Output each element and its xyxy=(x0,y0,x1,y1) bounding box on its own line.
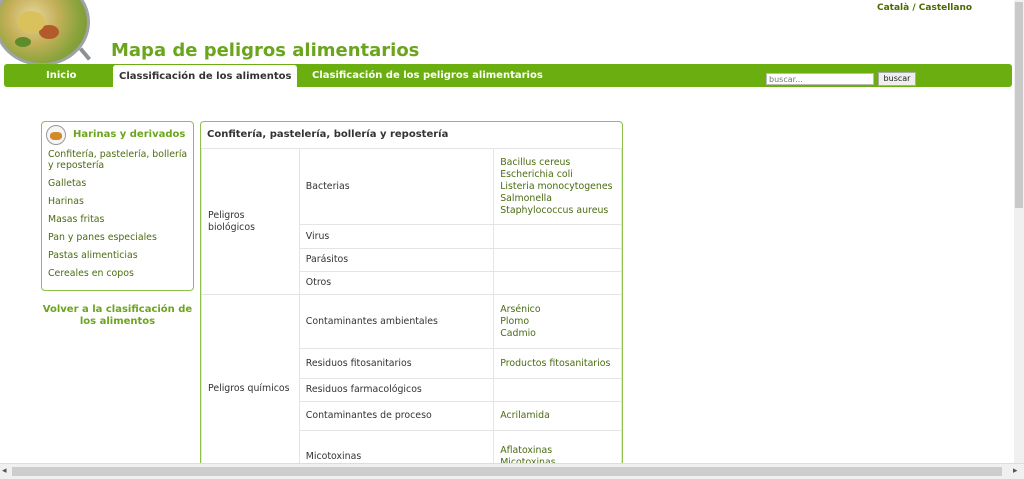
sidebar-title[interactable]: Harinas y derivados xyxy=(73,129,185,140)
nav-item-inicio[interactable]: Inicio xyxy=(46,64,77,87)
hazard-content-panel: Confitería, pastelería, bollería y repos… xyxy=(200,121,623,467)
sidebar-category-box: Harinas y derivados Confitería, pasteler… xyxy=(41,121,194,291)
sidebar-item-confiteria[interactable]: Confitería, pastelería, bollería y repos… xyxy=(48,149,192,171)
vertical-scrollbar-thumb[interactable] xyxy=(1015,2,1023,208)
hazard-agents-cell: Arsénico Plomo Cadmio xyxy=(493,294,622,349)
vertical-scrollbar[interactable] xyxy=(1014,0,1024,463)
hazard-agents-cell: Productos fitosanitarios xyxy=(493,348,622,379)
hazard-agents-cell xyxy=(493,271,622,295)
sidebar-item-galletas[interactable]: Galletas xyxy=(48,178,192,189)
hazard-agents-cell: Aflatoxinas Micotoxinas xyxy=(493,430,622,466)
magnifier-handle-icon xyxy=(78,47,92,61)
scroll-right-icon[interactable]: ▸ xyxy=(1013,466,1018,476)
hazard-agents-cell xyxy=(493,224,622,249)
nav-item-hazard-classification[interactable]: Clasificación de los peligros alimentari… xyxy=(312,64,543,87)
hazard-group-cell: Peligros químicos xyxy=(201,294,300,466)
search-button[interactable]: buscar xyxy=(878,72,916,86)
agent-link[interactable]: Bacillus cereus xyxy=(500,157,615,169)
lang-separator: / xyxy=(909,3,919,13)
hazard-group-cell: Peligros biológicos xyxy=(201,148,300,295)
magnifier-food-logo[interactable] xyxy=(0,0,90,66)
horizontal-scrollbar-thumb[interactable] xyxy=(12,467,1002,476)
agent-link[interactable]: Aflatoxinas xyxy=(500,445,615,457)
hazard-agents-cell: Acrilamida xyxy=(493,401,622,431)
agent-link[interactable]: Escherichia coli xyxy=(500,169,615,181)
agent-link[interactable]: Acrilamida xyxy=(500,410,615,422)
agent-link[interactable]: Staphylococcus aureus xyxy=(500,205,615,217)
site-title: Mapa de peligros alimentarios xyxy=(111,40,420,61)
sidebar-item-harinas[interactable]: Harinas xyxy=(48,196,192,207)
nav-item-food-classification[interactable]: Classificación de los alimentos xyxy=(113,65,298,89)
sidebar-list: Confitería, pastelería, bollería y repos… xyxy=(48,149,192,286)
hazard-category-cell: Otros xyxy=(298,271,495,295)
hazard-category-cell: Micotoxinas xyxy=(298,430,495,466)
hazard-category-cell: Contaminantes ambientales xyxy=(298,294,495,349)
language-switcher: Català / Castellano xyxy=(877,3,972,13)
hazard-category-cell: Virus xyxy=(298,224,495,249)
bread-icon xyxy=(46,125,66,145)
hazard-category-cell: Residuos farmacológicos xyxy=(298,378,495,402)
sidebar-item-masas-fritas[interactable]: Masas fritas xyxy=(48,214,192,225)
hazard-category-cell: Contaminantes de proceso xyxy=(298,401,495,431)
table-row: Peligros químicos Contaminantes ambienta… xyxy=(201,294,622,466)
agent-link[interactable]: Listeria monocytogenes xyxy=(500,181,615,193)
search-input[interactable] xyxy=(766,73,874,85)
hazard-category-cell: Residuos fitosanitarios xyxy=(298,348,495,379)
content-title: Confitería, pastelería, bollería y repos… xyxy=(207,129,449,140)
scroll-left-icon[interactable]: ◂ xyxy=(2,466,7,476)
lang-catala-link[interactable]: Català xyxy=(877,3,909,13)
agent-link[interactable]: Plomo xyxy=(500,316,615,328)
agent-link[interactable]: Cadmio xyxy=(500,328,615,340)
sidebar-item-cereales[interactable]: Cereales en copos xyxy=(48,268,192,279)
sidebar-item-pan[interactable]: Pan y panes especiales xyxy=(48,232,192,243)
table-row: Peligros biológicos Bacterias Bacillus c… xyxy=(201,148,622,295)
hazard-table: Peligros biológicos Bacterias Bacillus c… xyxy=(201,148,622,466)
lang-castellano-link[interactable]: Castellano xyxy=(919,3,972,13)
agent-link[interactable]: Arsénico xyxy=(500,304,615,316)
agent-link[interactable]: Salmonella xyxy=(500,193,615,205)
agent-link[interactable]: Productos fitosanitarios xyxy=(500,358,615,370)
hazard-category-cell: Parásitos xyxy=(298,248,495,272)
sidebar-item-pastas[interactable]: Pastas alimenticias xyxy=(48,250,192,261)
hazard-agents-cell xyxy=(493,248,622,272)
hazard-agents-cell: Bacillus cereus Escherichia coli Listeri… xyxy=(493,148,622,225)
main-navbar: Inicio Classificación de los alimentos C… xyxy=(4,64,1012,89)
horizontal-scrollbar[interactable]: ◂ ▸ xyxy=(0,463,1024,479)
hazard-agents-cell xyxy=(493,378,622,402)
hazard-category-cell: Bacterias xyxy=(298,148,495,225)
back-to-food-classification-link[interactable]: Volver a la clasificación de los aliment… xyxy=(41,304,194,328)
